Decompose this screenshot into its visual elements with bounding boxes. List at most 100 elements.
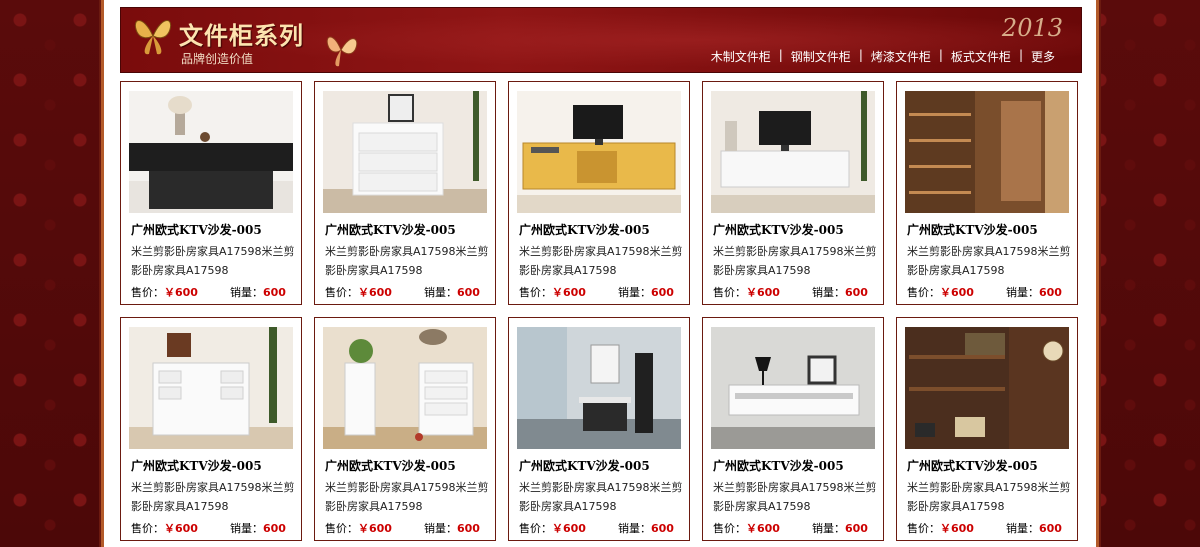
product-image[interactable] xyxy=(323,327,487,449)
product-card[interactable]: 广州欧式KTV沙发-005 米兰剪影卧房家具A17598米兰剪影卧房家具A175… xyxy=(896,317,1078,541)
price-value: ￥600 xyxy=(358,522,392,535)
product-photo xyxy=(711,91,875,213)
product-name[interactable]: 广州欧式KTV沙发-005 xyxy=(713,221,844,238)
product-image[interactable] xyxy=(711,327,875,449)
product-sales: 销量：600 xyxy=(230,520,286,536)
product-description: 米兰剪影卧房家具A17598米兰剪影卧房家具A17598 xyxy=(325,481,489,513)
product-card[interactable]: 广州欧式KTV沙发-005 米兰剪影卧房家具A17598米兰剪影卧房家具A175… xyxy=(702,317,884,541)
product-name[interactable]: 广州欧式KTV沙发-005 xyxy=(131,457,262,474)
product-sales: 销量：600 xyxy=(1006,520,1062,536)
product-price: 售价：￥600 xyxy=(131,520,198,536)
product-photo xyxy=(711,327,875,449)
product-image[interactable] xyxy=(517,327,681,449)
product-name[interactable]: 广州欧式KTV沙发-005 xyxy=(325,221,456,238)
product-sales: 销量：600 xyxy=(812,520,868,536)
product-name[interactable]: 广州欧式KTV沙发-005 xyxy=(325,457,456,474)
nav-link-more[interactable]: 更多 xyxy=(1023,48,1063,65)
price-value: ￥600 xyxy=(746,286,780,299)
sales-label: 销量： xyxy=(1006,522,1039,535)
price-label: 售价： xyxy=(325,286,358,299)
sales-label: 销量： xyxy=(1006,286,1039,299)
product-description: 米兰剪影卧房家具A17598米兰剪影卧房家具A17598 xyxy=(519,481,683,513)
sales-value: 600 xyxy=(845,522,868,535)
product-price: 售价：￥600 xyxy=(713,520,780,536)
product-description: 米兰剪影卧房家具A17598米兰剪影卧房家具A17598 xyxy=(713,245,877,277)
product-sales: 销量：600 xyxy=(424,520,480,536)
product-name[interactable]: 广州欧式KTV沙发-005 xyxy=(713,457,844,474)
product-card[interactable]: 广州欧式KTV沙发-005 米兰剪影卧房家具A17598米兰剪影卧房家具A175… xyxy=(314,317,496,541)
product-card[interactable]: 广州欧式KTV沙发-005 米兰剪影卧房家具A17598米兰剪影卧房家具A175… xyxy=(508,81,690,305)
price-label: 售价： xyxy=(131,522,164,535)
category-banner: 文件柜系列 品牌创造价值 2013 木制文件柜 | 钢制文件柜 | 烤漆文件柜 … xyxy=(120,7,1082,73)
price-value: ￥600 xyxy=(358,286,392,299)
product-card[interactable]: 广州欧式KTV沙发-005 米兰剪影卧房家具A17598米兰剪影卧房家具A175… xyxy=(120,81,302,305)
price-value: ￥600 xyxy=(552,286,586,299)
product-sales: 销量：600 xyxy=(230,284,286,300)
product-image[interactable] xyxy=(129,91,293,213)
product-card[interactable]: 广州欧式KTV沙发-005 米兰剪影卧房家具A17598米兰剪影卧房家具A175… xyxy=(896,81,1078,305)
product-photo xyxy=(905,327,1069,449)
price-label: 售价： xyxy=(519,522,552,535)
product-name[interactable]: 广州欧式KTV沙发-005 xyxy=(519,221,650,238)
product-card[interactable]: 广州欧式KTV沙发-005 米兰剪影卧房家具A17598米兰剪影卧房家具A175… xyxy=(314,81,496,305)
product-price: 售价：￥600 xyxy=(519,520,586,536)
product-photo xyxy=(517,327,681,449)
product-description: 米兰剪影卧房家具A17598米兰剪影卧房家具A17598 xyxy=(325,245,489,277)
product-photo xyxy=(129,327,293,449)
sales-label: 销量： xyxy=(230,286,263,299)
butterfly-icon xyxy=(326,36,358,67)
sales-value: 600 xyxy=(651,286,674,299)
sales-value: 600 xyxy=(651,522,674,535)
banner-title: 文件柜系列 xyxy=(179,22,304,50)
product-name[interactable]: 广州欧式KTV沙发-005 xyxy=(907,221,1038,238)
product-price: 售价：￥600 xyxy=(325,284,392,300)
product-photo xyxy=(517,91,681,213)
nav-link-wood[interactable]: 木制文件柜 xyxy=(703,48,779,65)
product-card[interactable]: 广州欧式KTV沙发-005 米兰剪影卧房家具A17598米兰剪影卧房家具A175… xyxy=(702,81,884,305)
product-description: 米兰剪影卧房家具A17598米兰剪影卧房家具A17598 xyxy=(131,481,295,513)
price-label: 售价： xyxy=(907,522,940,535)
sales-value: 600 xyxy=(1039,286,1062,299)
price-label: 售价： xyxy=(325,522,358,535)
product-name[interactable]: 广州欧式KTV沙发-005 xyxy=(519,457,650,474)
price-label: 售价： xyxy=(713,522,746,535)
product-image[interactable] xyxy=(517,91,681,213)
sales-label: 销量： xyxy=(618,522,651,535)
product-price: 售价：￥600 xyxy=(907,284,974,300)
product-name[interactable]: 广州欧式KTV沙发-005 xyxy=(907,457,1038,474)
product-card[interactable]: 广州欧式KTV沙发-005 米兰剪影卧房家具A17598米兰剪影卧房家具A175… xyxy=(120,317,302,541)
banner-year: 2013 xyxy=(1001,14,1063,42)
product-description: 米兰剪影卧房家具A17598米兰剪影卧房家具A17598 xyxy=(131,245,295,277)
banner-subtitle: 品牌创造价值 xyxy=(181,52,254,66)
product-image[interactable] xyxy=(711,91,875,213)
product-sales: 销量：600 xyxy=(618,284,674,300)
sales-label: 销量： xyxy=(812,522,845,535)
sales-value: 600 xyxy=(457,286,480,299)
price-value: ￥600 xyxy=(746,522,780,535)
sales-value: 600 xyxy=(1039,522,1062,535)
product-sales: 销量：600 xyxy=(1006,284,1062,300)
product-description: 米兰剪影卧房家具A17598米兰剪影卧房家具A17598 xyxy=(907,245,1071,277)
product-photo xyxy=(905,91,1069,213)
product-card[interactable]: 广州欧式KTV沙发-005 米兰剪影卧房家具A17598米兰剪影卧房家具A175… xyxy=(508,317,690,541)
product-photo xyxy=(323,327,487,449)
product-price: 售价：￥600 xyxy=(325,520,392,536)
sales-label: 销量： xyxy=(230,522,263,535)
price-value: ￥600 xyxy=(164,522,198,535)
nav-link-steel[interactable]: 钢制文件柜 xyxy=(783,48,859,65)
price-label: 售价： xyxy=(713,286,746,299)
butterfly-icon xyxy=(135,20,171,55)
sales-value: 600 xyxy=(263,286,286,299)
product-image[interactable] xyxy=(323,91,487,213)
product-image[interactable] xyxy=(905,91,1069,213)
nav-link-panel[interactable]: 板式文件柜 xyxy=(943,48,1019,65)
nav-link-painted[interactable]: 烤漆文件柜 xyxy=(863,48,939,65)
product-sales: 销量：600 xyxy=(618,520,674,536)
sales-label: 销量： xyxy=(812,286,845,299)
product-image[interactable] xyxy=(905,327,1069,449)
product-image[interactable] xyxy=(129,327,293,449)
product-grid: 广州欧式KTV沙发-005 米兰剪影卧房家具A17598米兰剪影卧房家具A175… xyxy=(120,81,1080,547)
sales-value: 600 xyxy=(457,522,480,535)
product-price: 售价：￥600 xyxy=(907,520,974,536)
product-name[interactable]: 广州欧式KTV沙发-005 xyxy=(131,221,262,238)
